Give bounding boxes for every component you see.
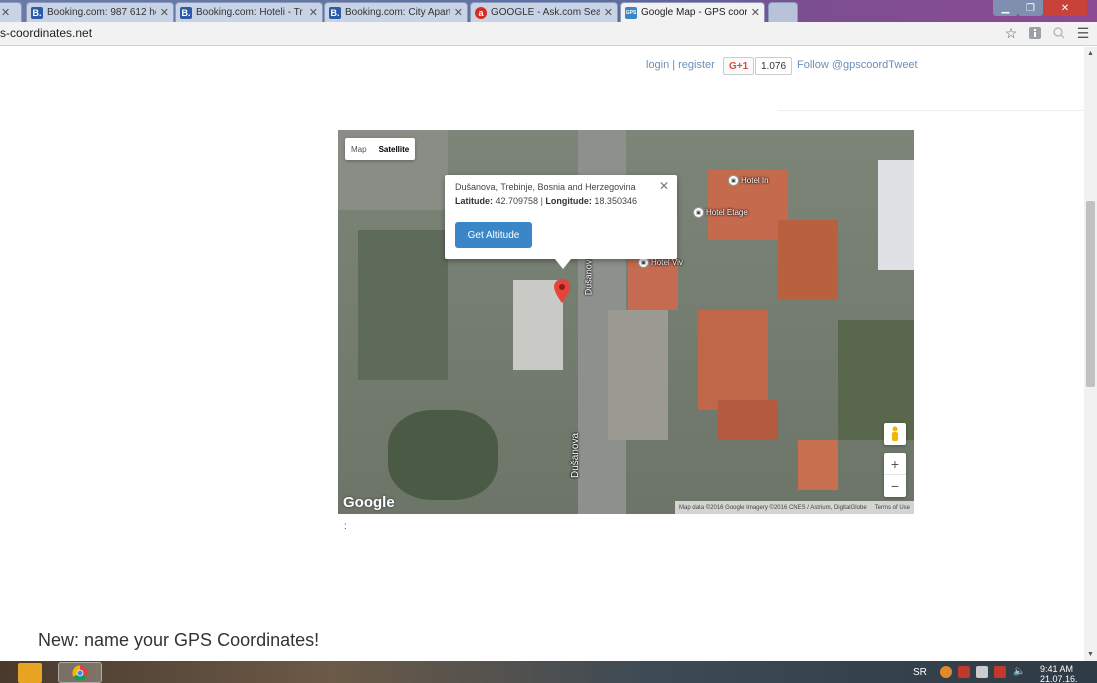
get-altitude-button[interactable]: Get Altitude bbox=[455, 222, 532, 248]
scroll-down-icon[interactable]: ▼ bbox=[1087, 651, 1094, 658]
booking-icon: B. bbox=[31, 6, 43, 19]
chrome-icon bbox=[72, 665, 88, 681]
map-attribution: Map data ©2016 Google Imagery ©2016 CNES… bbox=[675, 501, 914, 514]
caret-text: : bbox=[344, 521, 347, 532]
gps-icon: GPS bbox=[625, 6, 637, 19]
tab-booking-3[interactable]: B. Booking.com: City Apartm ✕ bbox=[324, 2, 468, 22]
close-icon[interactable]: ✕ bbox=[160, 6, 169, 19]
login-area: login | register bbox=[646, 59, 715, 71]
map-building bbox=[878, 160, 914, 270]
address-bar: s-coordinates.net ☆ ☰ bbox=[0, 22, 1097, 46]
map-type-satellite[interactable]: Satellite bbox=[373, 138, 416, 160]
tab-gps-map[interactable]: GPS Google Map - GPS coord ✕ bbox=[620, 2, 765, 22]
divider bbox=[778, 110, 1084, 111]
map-roof bbox=[718, 400, 778, 440]
menu-icon[interactable]: ☰ bbox=[1075, 25, 1091, 41]
map-roof bbox=[698, 310, 768, 410]
info-window: Dušanova, Trebinje, Bosnia and Herzegovi… bbox=[445, 175, 677, 269]
latitude-value: 42.709758 bbox=[495, 196, 539, 206]
info-icon[interactable] bbox=[1027, 25, 1043, 41]
star-icon[interactable]: ☆ bbox=[1003, 25, 1019, 41]
flag-icon[interactable] bbox=[958, 666, 970, 678]
hotel-icon: ▣ bbox=[728, 175, 739, 186]
scroll-up-icon[interactable]: ▲ bbox=[1087, 50, 1094, 57]
chrome-taskbar-button[interactable] bbox=[58, 662, 102, 683]
map-trees bbox=[838, 320, 914, 440]
login-link[interactable]: login bbox=[646, 59, 669, 71]
clock[interactable]: 9:41 AM 21.07.16. bbox=[1040, 664, 1078, 683]
tab-strip: ✕ B. Booking.com: 987 612 ho ✕ B. Bookin… bbox=[0, 0, 1097, 22]
section-heading: New: name your GPS Coordinates! bbox=[38, 630, 320, 650]
address-text: Dušanova, Trebinje, Bosnia and Herzegovi… bbox=[455, 182, 636, 192]
map-trees bbox=[388, 410, 498, 500]
separator: | bbox=[672, 59, 676, 71]
network-icon[interactable] bbox=[976, 666, 988, 678]
new-tab-button[interactable] bbox=[768, 2, 798, 22]
google-logo: Google bbox=[343, 494, 395, 511]
booking-icon: B. bbox=[180, 6, 192, 19]
hotel-icon: ▣ bbox=[693, 207, 704, 218]
url-field[interactable]: s-coordinates.net bbox=[0, 26, 92, 40]
poi-hotel-in[interactable]: ▣ Hotel In bbox=[728, 175, 769, 186]
map-roof bbox=[778, 220, 838, 300]
map-marker-icon[interactable] bbox=[554, 279, 570, 303]
map-type-control: Map Satellite bbox=[345, 138, 416, 160]
volume-icon[interactable]: 🔈 bbox=[1013, 666, 1025, 678]
map-roof bbox=[798, 440, 838, 490]
map-type-map[interactable]: Map bbox=[345, 138, 373, 160]
tab-title: Booking.com: City Apartm bbox=[345, 7, 450, 18]
twitter-follow-link[interactable]: Follow @gpscoordTweet bbox=[797, 59, 918, 71]
google-plus-count: 1.076 bbox=[755, 57, 793, 75]
page-scrollbar[interactable]: ▲ ▼ bbox=[1084, 47, 1097, 661]
tab-title: GOOGLE - Ask.com Searc bbox=[491, 7, 600, 18]
poi-hotel-etage[interactable]: ▣ Hotel Etage bbox=[693, 207, 748, 218]
close-icon[interactable]: ✕ bbox=[659, 179, 669, 193]
tab-title: Booking.com: Hoteli - Tr bbox=[196, 7, 303, 18]
close-icon[interactable]: ✕ bbox=[454, 6, 463, 19]
close-icon[interactable]: ✕ bbox=[751, 6, 760, 19]
tray-icon[interactable] bbox=[940, 666, 952, 678]
tab-booking-1[interactable]: B. Booking.com: 987 612 ho ✕ bbox=[26, 2, 174, 22]
zoom-control: + − bbox=[884, 453, 906, 497]
google-plus-button[interactable]: G+1 bbox=[723, 57, 755, 75]
ask-icon: a bbox=[475, 6, 487, 19]
minimize-icon[interactable]: ▁ bbox=[993, 0, 1018, 16]
explorer-icon[interactable] bbox=[18, 663, 42, 683]
zoom-in-button[interactable]: + bbox=[884, 453, 906, 475]
tab-partial[interactable]: ✕ bbox=[0, 2, 22, 22]
map-building bbox=[358, 230, 448, 380]
tab-title: Google Map - GPS coord bbox=[641, 7, 747, 18]
register-link[interactable]: register bbox=[678, 59, 715, 71]
satellite-map[interactable]: Map Satellite ▣ Hotel In ▣ Hotel Etage ▣ Ho… bbox=[338, 130, 914, 514]
restore-icon[interactable]: ❐ bbox=[1018, 0, 1043, 16]
taskbar: SR 🔈 9:41 AM 21.07.16. bbox=[0, 661, 1097, 683]
close-icon[interactable]: ✕ bbox=[1, 6, 10, 19]
close-icon[interactable]: ✕ bbox=[604, 6, 613, 19]
coordinates-text: Latitude: 42.709758 | Longitude: 18.3503… bbox=[455, 196, 637, 206]
search-icon[interactable] bbox=[1051, 25, 1067, 41]
page-content: login | register G+1 1.076 Follow @gpsco… bbox=[0, 47, 1084, 661]
action-center-icon[interactable] bbox=[994, 666, 1006, 678]
scroll-thumb[interactable] bbox=[1086, 201, 1095, 387]
street-label: Dušanova bbox=[570, 432, 582, 479]
zoom-out-button[interactable]: − bbox=[884, 475, 906, 497]
close-icon[interactable]: ✕ bbox=[309, 6, 318, 19]
pegman-icon[interactable] bbox=[884, 423, 906, 445]
close-window-icon[interactable]: ✕ bbox=[1043, 0, 1087, 16]
street-label: Dušanova bbox=[583, 254, 594, 296]
language-indicator[interactable]: SR bbox=[913, 667, 927, 678]
terms-link[interactable]: Terms of Use bbox=[875, 505, 910, 511]
map-building bbox=[608, 310, 668, 440]
tab-booking-2[interactable]: B. Booking.com: Hoteli - Tr ✕ bbox=[175, 2, 323, 22]
booking-icon: B. bbox=[329, 6, 341, 19]
tab-title: Booking.com: 987 612 ho bbox=[47, 7, 156, 18]
tab-ask[interactable]: a GOOGLE - Ask.com Searc ✕ bbox=[470, 2, 618, 22]
longitude-value: 18.350346 bbox=[594, 196, 637, 206]
